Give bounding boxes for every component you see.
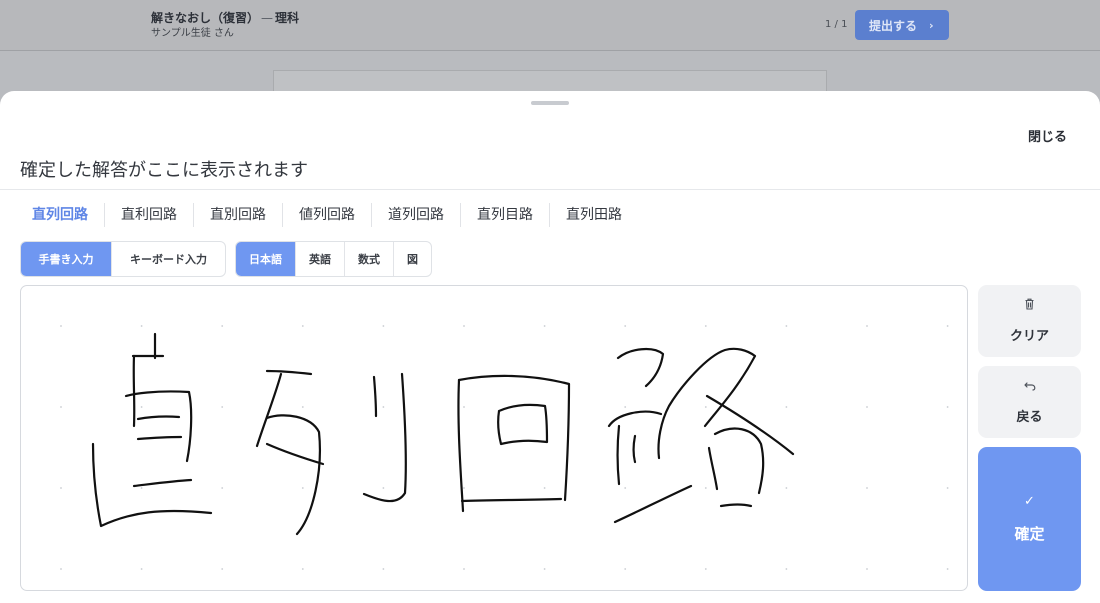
assignment-title: 解きなおし（復習） — [151, 11, 260, 25]
check-icon: ✓ — [1024, 493, 1035, 509]
app-title: 解きなおし（復習） — 理科 — [151, 11, 299, 26]
answer-preview: 確定した解答がここに表示されます — [20, 160, 308, 181]
grid-dot — [624, 325, 627, 327]
grid-dot — [382, 406, 385, 408]
undo-icon — [1023, 380, 1036, 394]
language-tab-english[interactable]: 英語 — [295, 242, 344, 276]
grid-dot — [624, 568, 627, 570]
grid-dot — [946, 406, 949, 408]
grid-dot — [301, 487, 304, 489]
candidate-item[interactable]: 道列回路 — [371, 203, 460, 227]
grid-dot — [60, 406, 62, 408]
submit-button[interactable]: 提出する › — [855, 10, 949, 40]
candidate-item[interactable]: 直利回路 — [104, 203, 193, 227]
grid-dot — [543, 325, 546, 327]
candidate-item[interactable]: 直列目路 — [460, 203, 549, 227]
undo-button[interactable]: 戻る — [978, 366, 1081, 438]
trash-icon — [1024, 298, 1035, 313]
grid-dot — [704, 406, 707, 408]
grid-dot — [785, 325, 788, 327]
grid-dot — [140, 487, 143, 489]
confirm-button[interactable]: ✓ 確定 — [978, 447, 1081, 591]
title-separator: — — [261, 11, 274, 25]
candidate-list: 直列回路 直利回路 直別回路 値列回路 道列回路 直列目路 直列田路 — [20, 203, 638, 227]
grid-dot — [866, 325, 868, 327]
grid-dot — [866, 568, 868, 570]
handwritten-strokes — [91, 332, 795, 536]
grid-dot — [543, 487, 546, 489]
candidate-item[interactable]: 直列田路 — [549, 203, 638, 227]
handwriting-sheet: 閉じる 確定した解答がここに表示されます 直列回路 直利回路 直別回路 値列回路… — [0, 91, 1100, 603]
grid-dot — [785, 487, 788, 489]
close-button[interactable]: 閉じる — [1028, 126, 1067, 145]
grid-dot — [866, 487, 868, 489]
grid-dot — [140, 568, 143, 570]
sheet-divider — [0, 189, 1100, 190]
grid-dot — [704, 487, 707, 489]
candidate-item[interactable]: 直列回路 — [20, 203, 104, 227]
grid-dot — [382, 568, 385, 570]
grid-dot — [704, 568, 707, 570]
language-tab-japanese[interactable]: 日本語 — [236, 242, 295, 276]
confirm-button-label: 確定 — [1014, 524, 1045, 543]
candidate-item[interactable]: 直別回路 — [193, 203, 282, 227]
grid-dot — [624, 487, 627, 489]
grid-dot — [866, 406, 868, 408]
input-toggles: 手書き入力 キーボード入力 日本語 英語 数式 図 — [20, 241, 432, 277]
student-name: サンプル生徒 さん — [151, 28, 234, 39]
input-mode-toggle: 手書き入力 キーボード入力 — [20, 241, 226, 277]
canvas-dot-grid — [60, 325, 949, 570]
grid-dot — [140, 325, 143, 327]
sheet-grabber[interactable] — [531, 101, 569, 105]
grid-dot — [382, 325, 385, 327]
handwriting-mode-tab[interactable]: 手書き入力 — [21, 242, 111, 276]
undo-button-label: 戻る — [1016, 409, 1043, 425]
chevron-right-icon: › — [929, 18, 934, 32]
grid-dot — [946, 325, 949, 327]
subject-name: 理科 — [275, 11, 300, 25]
app-title-block: 解きなおし（復習） — 理科 サンプル生徒 さん — [151, 11, 299, 40]
grid-dot — [60, 568, 62, 570]
language-tab-math[interactable]: 数式 — [344, 242, 393, 276]
grid-dot — [463, 406, 465, 408]
grid-dot — [463, 487, 465, 489]
clear-button-label: クリア — [1009, 329, 1049, 344]
grid-dot — [785, 568, 788, 570]
grid-dot — [463, 325, 465, 327]
handwriting-surface — [60, 325, 949, 570]
page-counter: 1 / 1 — [825, 19, 848, 30]
grid-dot — [946, 568, 949, 570]
handwriting-canvas[interactable] — [20, 285, 968, 591]
grid-dot — [221, 487, 224, 489]
keyboard-mode-tab[interactable]: キーボード入力 — [111, 242, 225, 276]
grid-dot — [140, 406, 143, 408]
grid-dot — [301, 325, 304, 327]
grid-dot — [382, 487, 385, 489]
grid-dot — [221, 325, 224, 327]
grid-dot — [221, 406, 224, 408]
language-toggle: 日本語 英語 数式 図 — [235, 241, 432, 277]
app-header: 解きなおし（復習） — 理科 サンプル生徒 さん 1 / 1 提出する › — [0, 0, 1100, 51]
grid-dot — [301, 406, 304, 408]
submit-button-label: 提出する — [869, 18, 918, 33]
grid-dot — [301, 568, 304, 570]
grid-dot — [543, 568, 546, 570]
grid-dot — [624, 406, 627, 408]
grid-dot — [221, 568, 224, 570]
grid-dot — [704, 325, 707, 327]
grid-dot — [463, 568, 465, 570]
candidate-item[interactable]: 値列回路 — [282, 203, 371, 227]
grid-dot — [785, 406, 788, 408]
language-tab-figure[interactable]: 図 — [393, 242, 431, 276]
grid-dot — [60, 487, 62, 489]
grid-dot — [60, 325, 62, 327]
clear-button[interactable]: クリア — [978, 285, 1081, 357]
grid-dot — [946, 487, 949, 489]
